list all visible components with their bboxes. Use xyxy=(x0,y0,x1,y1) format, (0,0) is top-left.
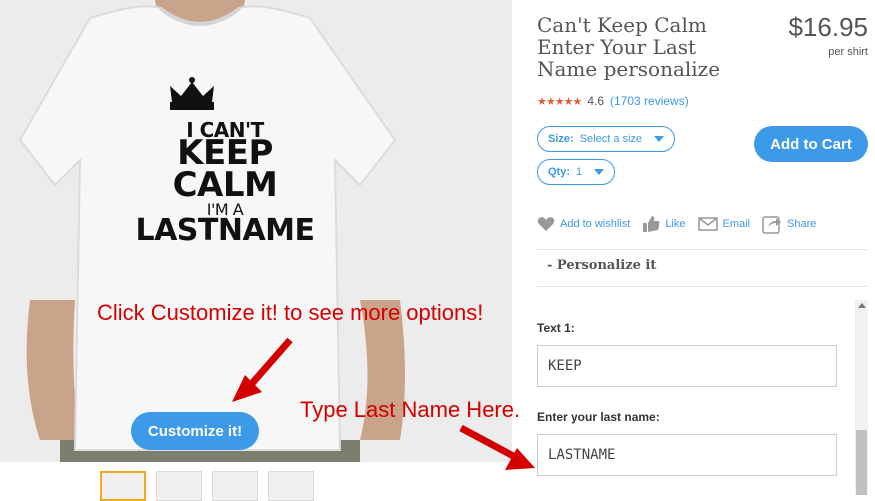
divider xyxy=(537,249,868,250)
arrow-icon xyxy=(459,424,535,470)
customize-button[interactable]: Customize it! xyxy=(131,412,259,450)
envelope-icon xyxy=(697,217,718,231)
thumbnail-strip xyxy=(100,471,314,501)
shirt-print-line: LASTNAME xyxy=(135,213,315,248)
social-actions: Add to wishlist Like Email Share xyxy=(537,214,828,234)
thumbnail[interactable] xyxy=(212,471,258,501)
text1-field[interactable] xyxy=(537,345,837,387)
rating: ★★★★★ 4.6 (1703 reviews) xyxy=(537,94,689,108)
wishlist-action[interactable]: Add to wishlist xyxy=(537,216,630,232)
rating-score: 4.6 xyxy=(587,94,604,108)
like-label: Like xyxy=(665,218,686,230)
qty-value: 1 xyxy=(576,166,583,178)
reviews-link[interactable]: (1703 reviews) xyxy=(610,94,689,108)
personalize-toggle[interactable]: - Personalize it xyxy=(547,258,656,273)
thumbnail[interactable] xyxy=(268,471,314,501)
chevron-down-icon xyxy=(594,169,605,175)
shirt-print-line: CALM xyxy=(172,165,278,205)
scrollbar-thumb[interactable] xyxy=(856,430,867,495)
star-rating-icon: ★★★★★ xyxy=(537,95,582,108)
share-icon xyxy=(762,216,782,234)
share-label: Share xyxy=(787,218,817,230)
size-value: Select a size xyxy=(579,133,643,145)
product-image: I CAN'T KEEP CALM I'M A LASTNAME Click C… xyxy=(0,0,512,462)
share-action[interactable]: Share xyxy=(762,214,816,234)
lastname-field[interactable] xyxy=(537,434,837,476)
chevron-down-icon xyxy=(654,136,665,142)
size-select[interactable]: Size: Select a size xyxy=(537,126,676,152)
text1-label: Text 1: xyxy=(537,321,575,335)
add-to-cart-button[interactable]: Add to Cart xyxy=(754,126,868,162)
scroll-up-arrow-icon[interactable] xyxy=(858,303,866,308)
product-price: $16.95 xyxy=(788,12,868,42)
qty-label: Qty: xyxy=(548,166,570,178)
lastname-label: Enter your last name: xyxy=(537,410,660,424)
quantity-select[interactable]: Qty: 1 xyxy=(537,159,616,185)
email-action[interactable]: Email xyxy=(697,217,751,231)
divider xyxy=(537,286,868,287)
price-unit: per shirt xyxy=(828,46,868,58)
thumbnail[interactable] xyxy=(100,471,146,501)
product-title: Can't Keep Calm Enter Your Last Name per… xyxy=(537,13,721,81)
like-action[interactable]: Like xyxy=(642,215,686,233)
heart-icon xyxy=(537,217,555,231)
email-label: Email xyxy=(722,218,751,230)
wishlist-label: Add to wishlist xyxy=(560,218,631,230)
thumbs-up-icon xyxy=(643,216,660,232)
thumbnail[interactable] xyxy=(156,471,202,501)
size-label: Size: xyxy=(548,133,574,145)
customize-hint-annotation: Click Customize it! to see more options! xyxy=(97,300,484,325)
